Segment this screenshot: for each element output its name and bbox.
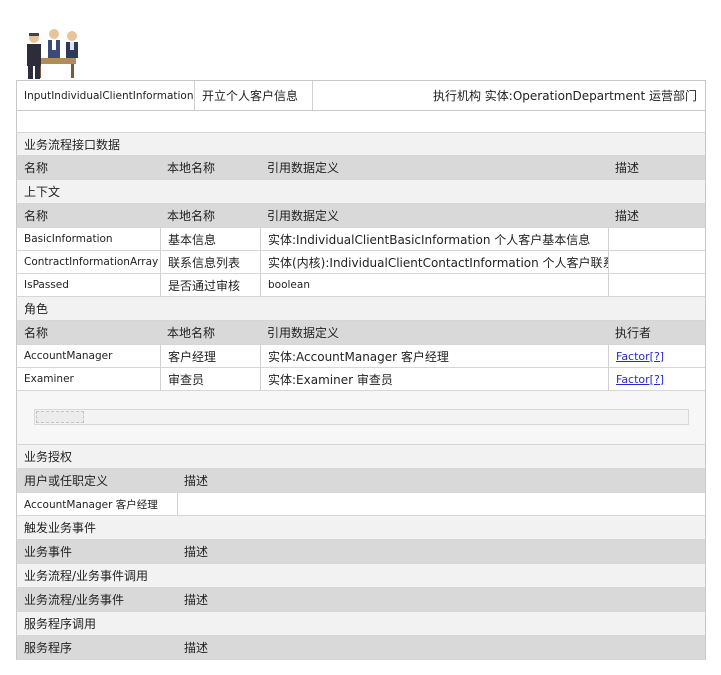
- column-executor: 执行者: [615, 326, 652, 340]
- interface-section-title-text: 业务流程接口数据: [24, 137, 121, 152]
- business-people-logo-icon: [27, 29, 78, 79]
- executor-label: 执行机构 实体:OperationDepartment 运营部门: [432, 81, 697, 110]
- context-desc: [608, 228, 705, 250]
- scrollbar-thumb[interactable]: [36, 411, 84, 423]
- column-user: 用户或任职定义: [24, 474, 109, 488]
- context-ref: boolean: [260, 274, 608, 296]
- auth-desc: [177, 493, 705, 515]
- context-name: IsPassed: [24, 279, 69, 291]
- context-name: BasicInformation: [24, 233, 113, 245]
- column-description: 描述: [615, 161, 640, 175]
- table-row: IsPassed 是否通过审核 boolean: [16, 274, 706, 297]
- role-ref: 实体:AccountManager 客户经理: [260, 345, 608, 367]
- process-name-label: 开立个人客户信息: [194, 81, 312, 110]
- context-name: ContractInformationArray: [24, 256, 159, 268]
- trigger-column-header: 业务事件 描述: [16, 540, 706, 564]
- roles-section-title: 角色: [16, 297, 706, 321]
- role-local-name: 客户经理: [160, 345, 260, 367]
- column-local-name: 本地名称: [167, 209, 216, 223]
- service-section-title: 服务程序调用: [16, 612, 706, 636]
- column-event: 业务事件: [24, 545, 73, 559]
- interface-column-header: 名称 本地名称 引用数据定义 描述: [16, 156, 706, 180]
- table-row: BasicInformation 基本信息 实体:IndividualClien…: [16, 228, 706, 251]
- column-name: 名称: [24, 326, 49, 340]
- context-local-name: 联系信息列表: [160, 251, 260, 273]
- trigger-section-title: 触发业务事件: [16, 516, 706, 540]
- role-executor: Factor[?]: [608, 368, 705, 390]
- table-row: ContractInformationArray 联系信息列表 实体(内核):I…: [16, 251, 706, 274]
- scroll-container: [16, 391, 706, 445]
- column-ref-definition: 引用数据定义: [267, 326, 340, 340]
- trigger-section-title-text: 触发业务事件: [24, 521, 97, 535]
- column-name: 名称: [24, 209, 49, 223]
- authorization-column-header: 用户或任职定义 描述: [16, 469, 706, 493]
- context-ref: 实体:IndividualClientBasicInformation 个人客户…: [260, 228, 608, 250]
- authorization-section-title: 业务授权: [16, 445, 706, 469]
- context-section-title: 上下文: [16, 180, 706, 204]
- table-row: AccountManager 客户经理 实体:AccountManager 客户…: [16, 345, 706, 368]
- factor-link[interactable]: Factor[?]: [616, 373, 664, 386]
- empty-row: [16, 111, 706, 133]
- process-id-label: InputIndividualClientInformation: [24, 89, 194, 102]
- context-desc: [608, 274, 705, 296]
- column-name: 名称: [24, 161, 49, 175]
- context-local-name: 基本信息: [160, 228, 260, 250]
- roles-column-header: 名称 本地名称 引用数据定义 执行者: [16, 321, 706, 345]
- roles-section-title-text: 角色: [24, 302, 49, 316]
- role-executor: Factor[?]: [608, 345, 705, 367]
- column-description: 描述: [184, 641, 209, 655]
- invocation-column-header: 业务流程/业务事件 描述: [16, 588, 706, 612]
- context-section-title-text: 上下文: [24, 185, 61, 199]
- column-description: 描述: [184, 593, 209, 607]
- column-ref-definition: 引用数据定义: [267, 209, 340, 223]
- factor-link[interactable]: Factor[?]: [616, 350, 664, 363]
- role-name: AccountManager: [24, 350, 113, 362]
- invocation-section-title-text: 业务流程/业务事件调用: [24, 569, 149, 583]
- context-desc: [608, 251, 705, 273]
- column-service: 服务程序: [24, 641, 73, 655]
- invocation-section-title: 业务流程/业务事件调用: [16, 564, 706, 588]
- column-description: 描述: [184, 545, 209, 559]
- auth-user: AccountManager 客户经理: [24, 498, 158, 511]
- table-row: Examiner 审查员 实体:Examiner 审查员 Factor[?]: [16, 368, 706, 391]
- column-ref-definition: 引用数据定义: [267, 161, 340, 175]
- process-header-bar: InputIndividualClientInformation 开立个人客户信…: [16, 80, 706, 111]
- column-process-event: 业务流程/业务事件: [24, 593, 125, 607]
- service-section-title-text: 服务程序调用: [24, 617, 97, 631]
- column-local-name: 本地名称: [167, 326, 216, 340]
- horizontal-scrollbar[interactable]: [34, 409, 689, 425]
- context-ref: 实体(内核):IndividualClientContactInformatio…: [260, 251, 608, 273]
- role-local-name: 审查员: [160, 368, 260, 390]
- role-ref: 实体:Examiner 审查员: [260, 368, 608, 390]
- context-column-header: 名称 本地名称 引用数据定义 描述: [16, 204, 706, 228]
- service-column-header: 服务程序 描述: [16, 636, 706, 660]
- authorization-section-title-text: 业务授权: [24, 450, 73, 464]
- interface-section-title: 业务流程接口数据: [16, 133, 706, 156]
- column-description: 描述: [184, 474, 209, 488]
- context-local-name: 是否通过审核: [160, 274, 260, 296]
- table-row: AccountManager 客户经理: [16, 493, 706, 516]
- role-name: Examiner: [24, 373, 74, 385]
- column-local-name: 本地名称: [167, 161, 216, 175]
- column-description: 描述: [615, 209, 640, 223]
